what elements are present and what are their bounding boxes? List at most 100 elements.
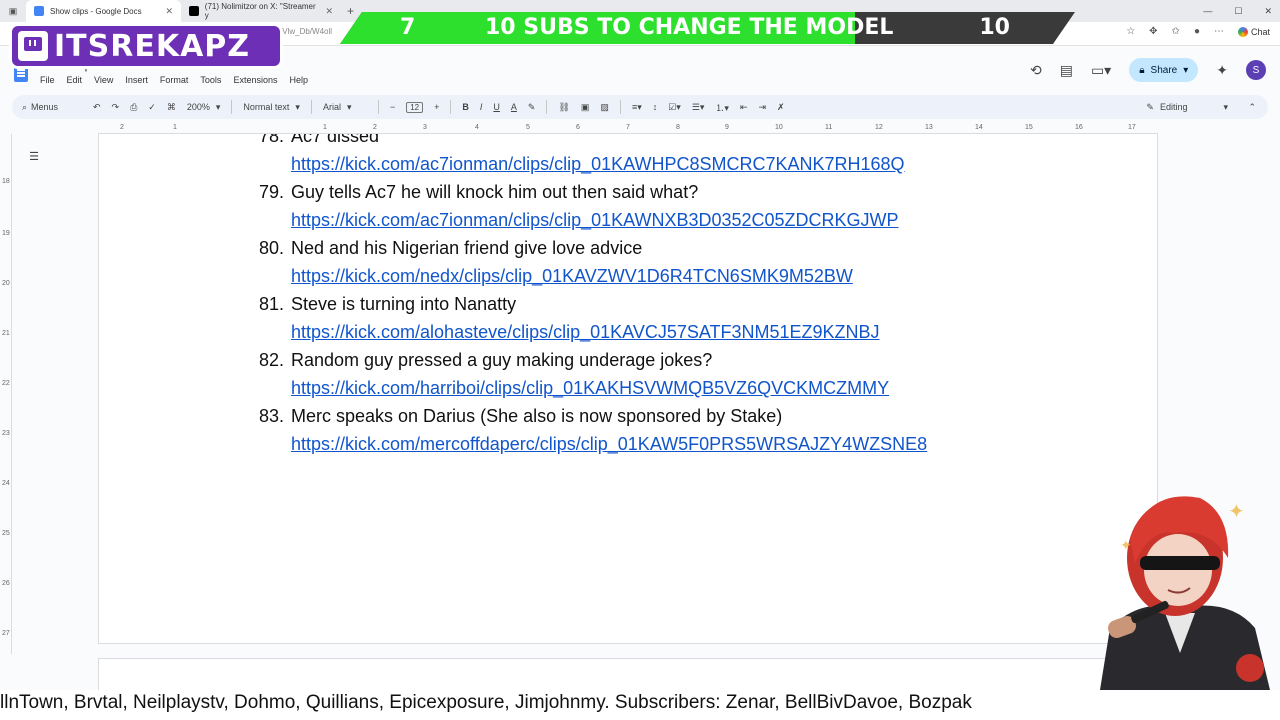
divider xyxy=(450,100,452,114)
item-text[interactable]: Random guy pressed a guy making underage… xyxy=(291,350,712,370)
browser-tab-x[interactable]: (71) Nolimitzor on X: "Streamer y ✕ xyxy=(181,0,341,22)
more-icon[interactable]: ⋯ xyxy=(1214,26,1224,37)
ruler-tick: 9 xyxy=(725,124,729,131)
item-number: 82. xyxy=(259,350,285,370)
browser-tab-docs[interactable]: Show clips - Google Docs ✕ xyxy=(26,0,181,22)
ruler-tick: 24 xyxy=(2,480,10,487)
menu-file[interactable]: File xyxy=(40,75,55,85)
text-color-icon[interactable]: A xyxy=(511,102,517,112)
item-number: 79. xyxy=(259,182,285,202)
menu-extensions[interactable]: Extensions xyxy=(233,75,277,85)
increase-size-icon[interactable]: + xyxy=(434,102,439,112)
checklist-icon[interactable]: ☑▾ xyxy=(668,102,681,113)
minimize-icon[interactable]: — xyxy=(1203,6,1212,16)
style-select[interactable]: Normal text ▾ xyxy=(243,102,300,113)
profile-icon[interactable]: ● xyxy=(1194,26,1200,37)
extension-icon[interactable]: ✥ xyxy=(1149,26,1157,37)
menus-label: Menus xyxy=(31,102,59,112)
share-label: Share xyxy=(1150,64,1178,76)
share-button[interactable]: 🔒︎ Share ▾ xyxy=(1129,58,1199,82)
avatar[interactable]: S xyxy=(1246,60,1266,80)
channel-brand-overlay: ITSREKAPZ xyxy=(12,26,280,66)
list-item: 78. Ac7 dissed https://kick.com/ac7ionma… xyxy=(259,134,1039,178)
image-icon[interactable]: ▨ xyxy=(600,102,609,113)
zoom-select[interactable]: 200% ▾ xyxy=(187,102,221,113)
clip-link[interactable]: https://kick.com/ac7ionman/clips/clip_01… xyxy=(291,206,1039,234)
close-icon[interactable]: ✕ xyxy=(325,6,333,17)
goal-label: 10 SUBS TO CHANGE THE MODEL xyxy=(485,15,894,40)
comments-icon[interactable]: ▤ xyxy=(1060,62,1073,79)
font-size-input[interactable]: 12 xyxy=(406,101,424,113)
clip-link[interactable]: https://kick.com/harriboi/clips/clip_01K… xyxy=(291,374,1039,402)
item-text[interactable]: Merc speaks on Darius (She also is now s… xyxy=(291,406,782,426)
item-text[interactable]: Ac7 dissed xyxy=(291,134,379,146)
item-text[interactable]: Steve is turning into Nanatty xyxy=(291,294,516,314)
increase-indent-icon[interactable]: ⇥ xyxy=(758,102,766,113)
divider xyxy=(377,100,379,114)
spellcheck-icon[interactable]: ✓ xyxy=(148,102,156,113)
horizontal-ruler[interactable]: 2 1 1 2 3 4 5 6 7 8 9 10 11 12 13 14 15 … xyxy=(98,122,1158,134)
maximize-icon[interactable]: ☐ xyxy=(1234,6,1242,17)
clip-link[interactable]: https://kick.com/ac7ionman/clips/clip_01… xyxy=(291,150,1039,178)
channel-name: ITSREKAPZ xyxy=(54,28,251,64)
clip-link[interactable]: https://kick.com/alohasteve/clips/clip_0… xyxy=(291,318,1039,346)
gemini-icon[interactable]: ✦ xyxy=(1216,62,1228,79)
new-tab-button[interactable]: + xyxy=(347,4,354,18)
link-icon[interactable]: ⛓ xyxy=(558,102,569,113)
menu-tools[interactable]: Tools xyxy=(200,75,221,85)
bold-icon[interactable]: B xyxy=(462,102,469,112)
search-menus-button[interactable]: ⌕ Menus xyxy=(22,102,82,113)
document-outline-icon[interactable]: ☰ xyxy=(24,150,44,168)
menu-format[interactable]: Format xyxy=(160,75,189,85)
redo-icon[interactable]: ↷ xyxy=(112,102,120,113)
font-select[interactable]: Arial ▾ xyxy=(323,102,367,113)
document-page[interactable]: 78. Ac7 dissed https://kick.com/ac7ionma… xyxy=(98,134,1158,644)
menu-view[interactable]: View xyxy=(94,75,113,85)
underline-icon[interactable]: U xyxy=(493,102,500,112)
history-icon[interactable]: ⟲ xyxy=(1030,62,1042,79)
menu-edit[interactable]: Edit xyxy=(67,75,83,85)
item-text[interactable]: Guy tells Ac7 he will knock him out then… xyxy=(291,182,698,202)
clear-formatting-icon[interactable]: ✗ xyxy=(777,102,785,113)
paint-format-icon[interactable]: ⌘ xyxy=(167,102,176,113)
decrease-indent-icon[interactable]: ⇤ xyxy=(740,102,748,113)
docs-header-actions: ⟲ ▤ ▭▾ 🔒︎ Share ▾ ✦ S xyxy=(1030,58,1266,82)
clip-link[interactable]: https://kick.com/nedx/clips/clip_01KAVZW… xyxy=(291,262,1039,290)
meet-icon[interactable]: ▭▾ xyxy=(1091,62,1111,79)
list-item: 81. Steve is turning into Nanatty https:… xyxy=(259,290,1039,346)
docs-logo-icon[interactable] xyxy=(14,64,28,82)
supporters-ticker: llnTown, Brvtal, Neilplaystv, Dohmo, Qui… xyxy=(0,690,1280,720)
menu-insert[interactable]: Insert xyxy=(125,75,148,85)
ruler-tick: 27 xyxy=(2,630,10,637)
comment-icon[interactable]: ▣ xyxy=(581,102,590,113)
line-spacing-icon[interactable]: ↕ xyxy=(653,102,658,112)
editing-mode-select[interactable]: ✎ Editing ▾ xyxy=(1146,102,1228,113)
x-favicon-icon xyxy=(189,6,199,16)
address-url[interactable]: /Vlw_Db/W4oll xyxy=(280,27,332,36)
tab-title: Show clips - Google Docs xyxy=(50,6,142,16)
chat-button[interactable]: Chat xyxy=(1237,26,1270,37)
align-icon[interactable]: ≡▾ xyxy=(632,102,642,113)
bullet-list-icon[interactable]: ☰▾ xyxy=(692,102,705,113)
italic-icon[interactable]: I xyxy=(480,102,483,112)
menu-help[interactable]: Help xyxy=(289,75,308,85)
highlight-icon[interactable]: ✎ xyxy=(528,102,536,113)
undo-icon[interactable]: ↶ xyxy=(93,102,101,113)
chat-label: Chat xyxy=(1250,26,1270,37)
favorites-icon[interactable]: ✩ xyxy=(1172,26,1180,37)
goal-target: 10 xyxy=(979,15,1010,40)
chevron-up-icon[interactable]: ⌃ xyxy=(1248,102,1256,113)
clip-link[interactable]: https://kick.com/mercoffdaperc/clips/cli… xyxy=(291,430,1039,458)
star-icon[interactable]: ☆ xyxy=(1126,26,1135,37)
tab-overview-icon[interactable]: ▣ xyxy=(0,6,26,17)
vtuber-avatar: ✦ ✦ xyxy=(1100,496,1270,690)
close-icon[interactable]: ✕ xyxy=(165,6,173,17)
decrease-size-icon[interactable]: − xyxy=(390,102,395,112)
item-text[interactable]: Ned and his Nigerian friend give love ad… xyxy=(291,238,642,258)
ruler-tick: 3 xyxy=(423,124,427,131)
numbered-list-icon[interactable]: ⒈▾ xyxy=(715,101,729,114)
close-window-icon[interactable]: ✕ xyxy=(1264,6,1272,17)
ruler-tick: 13 xyxy=(925,124,933,131)
vertical-ruler[interactable]: 18 19 20 21 22 23 24 25 26 27 xyxy=(0,134,12,654)
print-icon[interactable]: ⎙ xyxy=(130,102,137,113)
